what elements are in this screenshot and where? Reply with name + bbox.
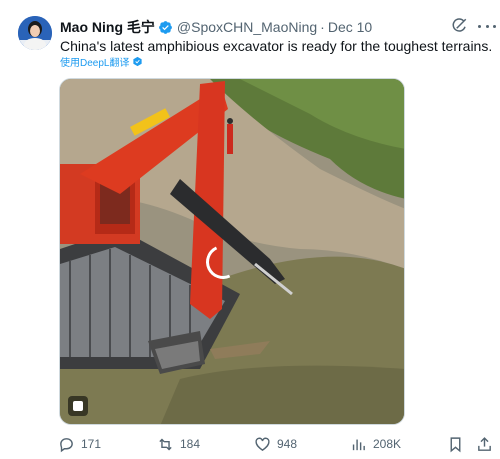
repost-button[interactable]: 184: [157, 434, 200, 454]
deepl-icon: [133, 56, 143, 66]
more-dot: [485, 24, 489, 28]
repost-count: 184: [180, 437, 201, 451]
view-count: 208K: [373, 437, 402, 451]
heart-icon: [255, 437, 270, 451]
views-button[interactable]: 208K: [350, 434, 401, 454]
repost-icon: [159, 438, 172, 450]
author-name[interactable]: Mao Ning 毛宁: [60, 17, 155, 37]
translate-label[interactable]: 使用DeepL翻译: [60, 54, 129, 69]
share-icon: [478, 436, 491, 451]
reply-icon: [60, 437, 73, 452]
video-badge-icon[interactable]: [68, 396, 88, 416]
like-button[interactable]: 948: [254, 434, 297, 454]
translate-link[interactable]: 使用DeepL翻译: [60, 54, 143, 69]
separator-dot: ·: [320, 19, 325, 35]
more-dot: [478, 24, 481, 28]
bookmark-button[interactable]: [447, 434, 470, 454]
reply-button[interactable]: 171: [58, 434, 101, 454]
more-dot: [493, 24, 496, 28]
share-button[interactable]: [476, 434, 499, 454]
more-icon[interactable]: [478, 18, 496, 34]
tweet-date[interactable]: Dec 10: [328, 19, 372, 35]
tweet-header: Mao Ning 毛宁 @SpoxCHN_MaoNing · Dec 10: [60, 17, 480, 37]
verified-badge-icon: [158, 20, 173, 35]
tweet-text: China's latest amphibious excavator is r…: [60, 38, 493, 54]
author-handle[interactable]: @SpoxCHN_MaoNing: [177, 19, 317, 35]
avatar[interactable]: [18, 16, 52, 50]
tweet-card[interactable]: Mao Ning 毛宁 @SpoxCHN_MaoNing · Dec 10 Ch…: [0, 0, 500, 459]
video-player[interactable]: [59, 78, 405, 425]
grok-icon[interactable]: [450, 17, 468, 35]
reply-count: 171: [81, 437, 102, 451]
action-bar: 171 184 948 208K: [58, 434, 491, 454]
like-count: 948: [277, 437, 298, 451]
bookmark-icon: [450, 436, 461, 452]
views-icon: [352, 439, 365, 450]
